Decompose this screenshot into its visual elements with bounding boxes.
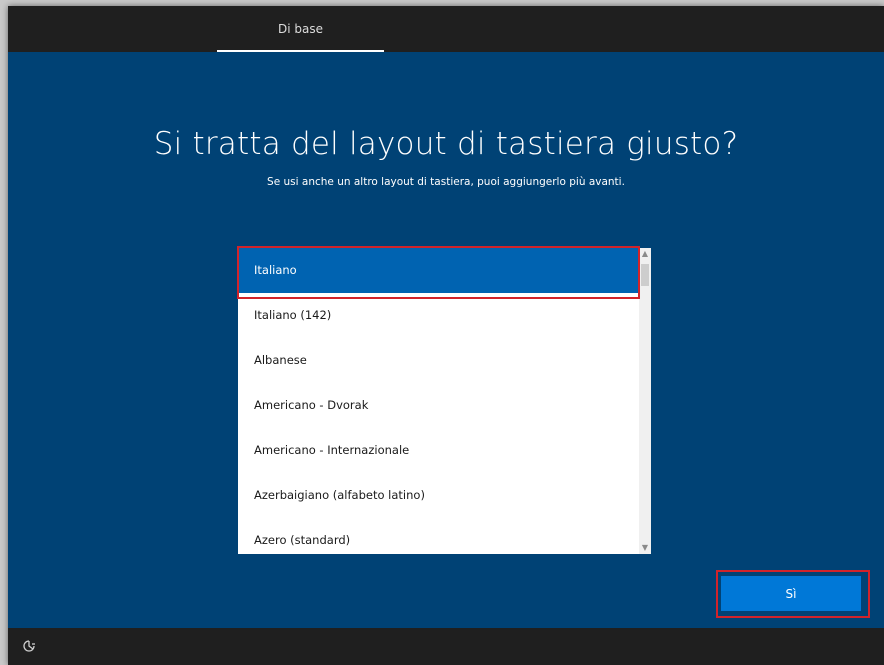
tab-basics[interactable]: Di base [217, 6, 384, 52]
list-item[interactable]: Italiano (142) [238, 293, 638, 338]
bottom-bar [8, 628, 884, 665]
top-bar: Di base [8, 6, 884, 52]
accessibility-icon[interactable] [21, 638, 37, 654]
list-item[interactable]: Albanese [238, 338, 638, 383]
list-item[interactable]: Azero (standard) [238, 518, 638, 554]
page-subtitle: Se usi anche un altro layout di tastiera… [267, 176, 625, 188]
list-item[interactable]: Americano - Internazionale [238, 428, 638, 473]
setup-window: Di base Si tratta del layout di tastiera… [8, 6, 884, 665]
scroll-up-icon[interactable]: ▲ [639, 248, 651, 260]
list-scrollbar[interactable]: ▲ ▼ [639, 248, 651, 554]
page-title: Si tratta del layout di tastiera giusto? [153, 126, 739, 162]
list-item[interactable]: Americano - Dvorak [238, 383, 638, 428]
scroll-down-icon[interactable]: ▼ [639, 542, 651, 554]
main-panel: Si tratta del layout di tastiera giusto?… [8, 52, 884, 628]
list-item[interactable]: Italiano [238, 248, 638, 293]
scrollbar-thumb[interactable] [641, 264, 649, 286]
yes-button[interactable]: Sì [721, 576, 861, 611]
list-item[interactable]: Azerbaigiano (alfabeto latino) [238, 473, 638, 518]
keyboard-layout-list[interactable]: Italiano Italiano (142) Albanese America… [238, 248, 651, 554]
